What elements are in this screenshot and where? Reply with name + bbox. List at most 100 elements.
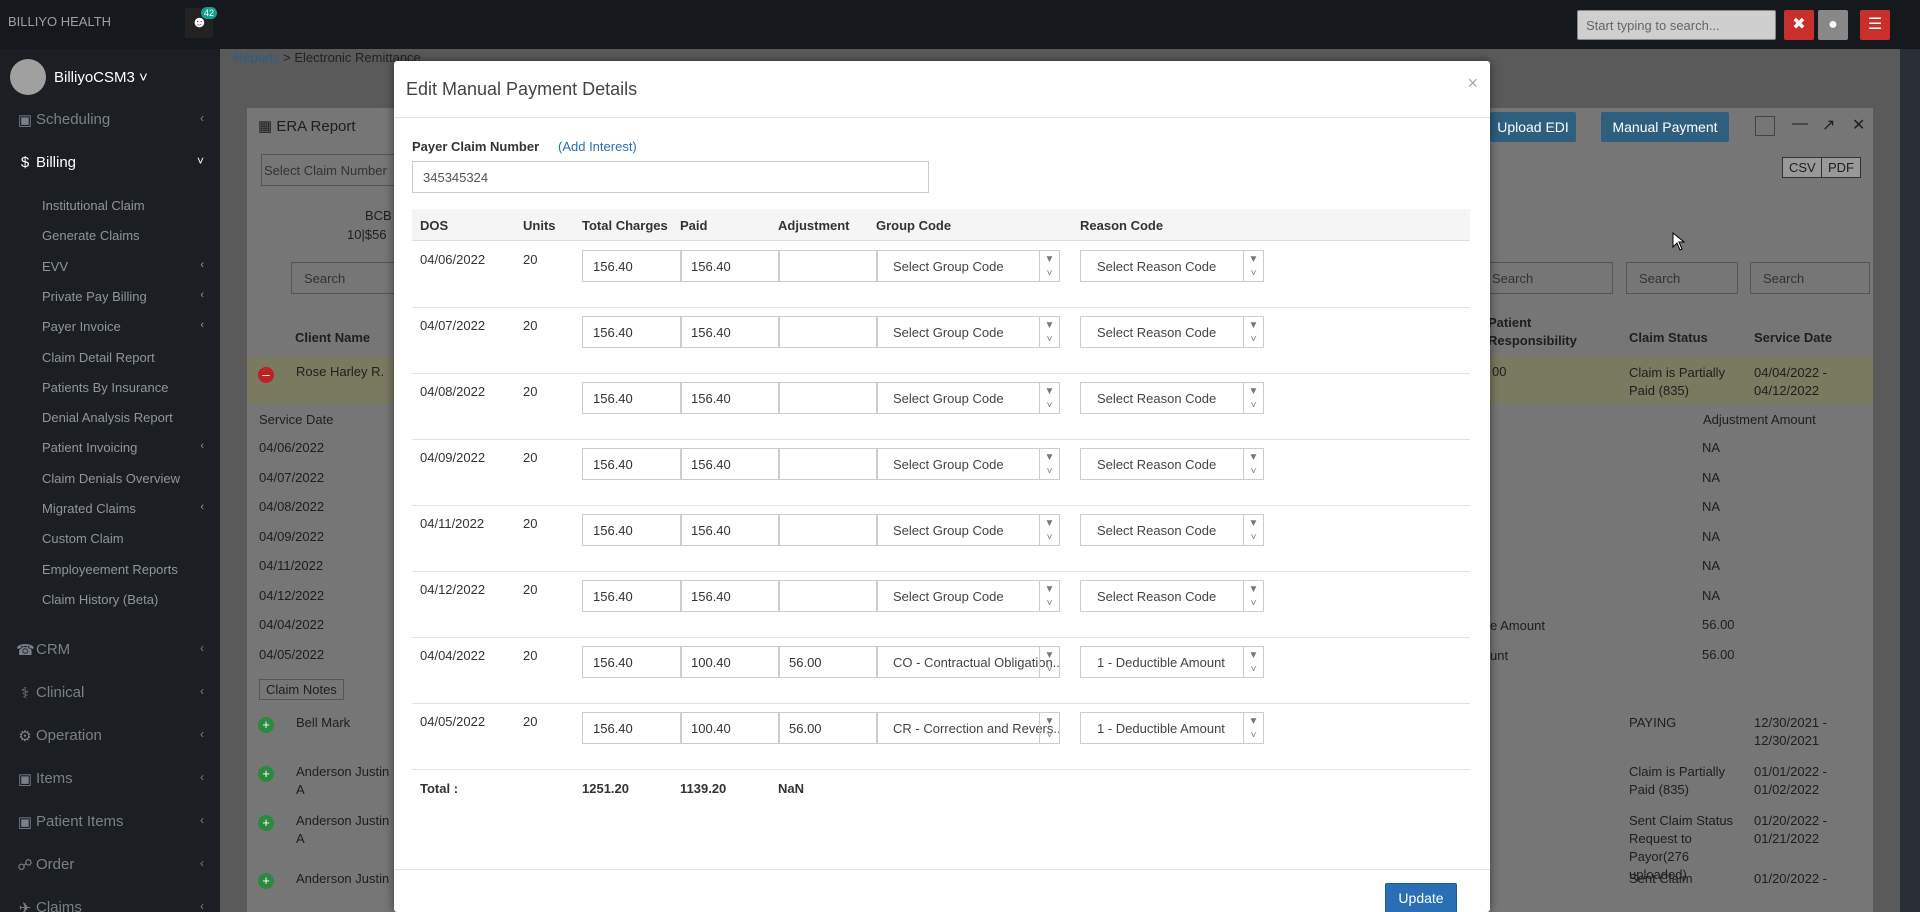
total-charges-input[interactable]: 156.40 bbox=[582, 712, 682, 744]
paid-input[interactable]: 156.40 bbox=[680, 250, 780, 282]
column-header-responsibility[interactable]: Patient Responsibility bbox=[1488, 314, 1577, 350]
upload-edi-button[interactable]: Upload EDI bbox=[1490, 112, 1576, 142]
total-charges-input[interactable]: 156.40 bbox=[582, 580, 682, 612]
expand-row-icon[interactable]: + bbox=[258, 873, 274, 889]
csv-button[interactable]: CSV bbox=[1782, 157, 1823, 178]
sidebar-item-billing[interactable]: $ Billing ˅ bbox=[0, 148, 220, 178]
paid-input[interactable]: 156.40 bbox=[680, 580, 780, 612]
column-header-status[interactable]: Claim Status bbox=[1629, 330, 1708, 345]
sidebar-item-order[interactable]: ☍ Order ‹ bbox=[0, 850, 220, 880]
sidebar-item-billing-2[interactable]: EVV ‹ bbox=[0, 254, 220, 280]
expand-row-icon[interactable]: + bbox=[258, 766, 274, 782]
sidebar-item-billing-5[interactable]: Claim Detail Report bbox=[0, 345, 220, 371]
total-charges-input[interactable]: 156.40 bbox=[582, 382, 682, 414]
sidebar-item-clinical[interactable]: ⚕ Clinical ‹ bbox=[0, 678, 220, 708]
adjustment-input[interactable] bbox=[778, 250, 878, 282]
total-charges-input[interactable]: 156.40 bbox=[582, 250, 682, 282]
pdf-button[interactable]: PDF bbox=[1821, 157, 1861, 178]
sidebar-item-billing-9[interactable]: Claim Denials Overview bbox=[0, 466, 220, 492]
sidebar-item-billing-4[interactable]: Payer Invoice ‹ bbox=[0, 314, 220, 340]
group-code-select[interactable]: Select Group Code ▼ ˅ bbox=[876, 514, 1060, 546]
paid-input[interactable]: 156.40 bbox=[680, 316, 780, 348]
adjustment-input[interactable]: 56.00 bbox=[778, 712, 878, 744]
sidebar-item-billing-6[interactable]: Patients By Insurance bbox=[0, 375, 220, 401]
column-header-service-date[interactable]: Service Date bbox=[1754, 330, 1832, 345]
breadcrumb-reports-link[interactable]: Reports bbox=[234, 50, 280, 65]
column-search-service-date[interactable]: Search bbox=[1750, 262, 1870, 294]
reason-code-select[interactable]: Select Reason Code ▼ ˅ bbox=[1080, 250, 1264, 282]
adjustment-input[interactable]: 56.00 bbox=[778, 646, 878, 678]
sidebar-item-items[interactable]: ▣ Items ‹ bbox=[0, 764, 220, 794]
adjustment-input[interactable] bbox=[778, 514, 878, 546]
profile-button[interactable]: ● bbox=[1818, 10, 1848, 40]
panel-checkbox[interactable] bbox=[1755, 116, 1775, 136]
column-search-status[interactable]: Search bbox=[1626, 262, 1738, 294]
global-search-input[interactable]: Start typing to search... bbox=[1577, 10, 1776, 40]
group-code-select[interactable]: Select Group Code ▼ ˅ bbox=[876, 316, 1060, 348]
sidebar-item-billing-3[interactable]: Private Pay Billing ‹ bbox=[0, 284, 220, 310]
group-code-select[interactable]: CR - Correction and Revers... ▼ ˅ bbox=[876, 712, 1060, 744]
adjustment-input[interactable] bbox=[778, 316, 878, 348]
group-code-select[interactable]: Select Group Code ▼ ˅ bbox=[876, 580, 1060, 612]
reason-code-select[interactable]: 1 - Deductible Amount ▼ ˅ bbox=[1080, 646, 1264, 678]
sidebar-item-crm[interactable]: ☎ CRM ‹ bbox=[0, 635, 220, 665]
reason-code-select[interactable]: Select Reason Code ▼ ˅ bbox=[1080, 514, 1264, 546]
reason-code-select[interactable]: Select Reason Code ▼ ˅ bbox=[1080, 580, 1264, 612]
expand-row-icon[interactable]: + bbox=[258, 717, 274, 733]
adjustment-input[interactable] bbox=[778, 448, 878, 480]
reason-code-select[interactable]: Select Reason Code ▼ ˅ bbox=[1080, 316, 1264, 348]
reason-code-select[interactable]: 1 - Deductible Amount ▼ ˅ bbox=[1080, 712, 1264, 744]
column-header-client[interactable]: Client Name bbox=[295, 330, 370, 345]
sidebar-item-patient-items[interactable]: ▣ Patient Items ‹ bbox=[0, 807, 220, 837]
sidebar-item-billing-8[interactable]: Patient Invoicing ‹ bbox=[0, 435, 220, 461]
column-search-responsibility[interactable]: Search bbox=[1485, 262, 1613, 294]
adjustment-input[interactable] bbox=[778, 382, 878, 414]
paid-input[interactable]: 156.40 bbox=[680, 514, 780, 546]
total-charges-input[interactable]: 156.40 bbox=[582, 316, 682, 348]
sidebar-item-scheduling[interactable]: ▣ Scheduling ‹ bbox=[0, 105, 220, 135]
fullscreen-button[interactable]: ✖ bbox=[1784, 10, 1814, 40]
sidebar-item-operation[interactable]: ⚙ Operation ‹ bbox=[0, 721, 220, 751]
manual-payment-button[interactable]: Manual Payment bbox=[1601, 112, 1729, 142]
chevron-down-icon: ▼ ˅ bbox=[1243, 713, 1263, 743]
reason-code-select[interactable]: Select Reason Code ▼ ˅ bbox=[1080, 448, 1264, 480]
brand-logo[interactable]: BILLIYO HEALTH bbox=[8, 14, 111, 29]
expand-icon[interactable]: ↗ bbox=[1822, 115, 1835, 135]
close-icon[interactable]: × bbox=[1467, 73, 1478, 94]
paid-input[interactable]: 156.40 bbox=[680, 448, 780, 480]
sidebar-item-billing-11[interactable]: Custom Claim bbox=[0, 526, 220, 552]
paid-input[interactable]: 100.40 bbox=[680, 712, 780, 744]
sidebar-item-billing-10[interactable]: Migrated Claims ‹ bbox=[0, 496, 220, 522]
minimize-icon[interactable]: — bbox=[1792, 115, 1808, 133]
sidebar-item-billing-12[interactable]: Employeement Reports bbox=[0, 557, 220, 583]
collapse-row-icon[interactable]: – bbox=[258, 367, 274, 383]
notification-button[interactable]: ☻ 42 bbox=[185, 7, 218, 38]
paid-input[interactable]: 156.40 bbox=[680, 382, 780, 414]
column-search-client[interactable]: Search bbox=[291, 262, 395, 294]
select-claim-dropdown[interactable]: Select Claim Number bbox=[261, 154, 401, 186]
sidebar-item-billing-0[interactable]: Institutional Claim bbox=[0, 193, 220, 219]
adjustment-input[interactable] bbox=[778, 580, 878, 612]
group-code-select[interactable]: Select Group Code ▼ ˅ bbox=[876, 382, 1060, 414]
close-icon[interactable]: ✕ bbox=[1852, 115, 1865, 135]
dollar-icon: $ bbox=[20, 154, 30, 171]
paid-input[interactable]: 100.40 bbox=[680, 646, 780, 678]
update-button[interactable]: Update bbox=[1385, 883, 1457, 912]
sidebar-item-billing-1[interactable]: Generate Claims bbox=[0, 223, 220, 249]
claim-notes-tab[interactable]: Claim Notes bbox=[259, 679, 344, 700]
total-charges-input[interactable]: 156.40 bbox=[582, 514, 682, 546]
add-interest-link[interactable]: (Add Interest) bbox=[558, 139, 637, 154]
sidebar-item-billing-13[interactable]: Claim History (Beta) bbox=[0, 587, 220, 613]
group-code-select[interactable]: Select Group Code ▼ ˅ bbox=[876, 250, 1060, 282]
sidebar-item-claims[interactable]: ✈ Claims ‹ bbox=[0, 893, 220, 912]
group-code-select[interactable]: Select Group Code ▼ ˅ bbox=[876, 448, 1060, 480]
total-charges-input[interactable]: 156.40 bbox=[582, 448, 682, 480]
payer-claim-number-input[interactable]: 345345324 bbox=[412, 161, 929, 193]
total-charges-input[interactable]: 156.40 bbox=[582, 646, 682, 678]
reason-code-select[interactable]: Select Reason Code ▼ ˅ bbox=[1080, 382, 1264, 414]
menu-button[interactable]: ☰ bbox=[1860, 10, 1890, 40]
sidebar-item-billing-7[interactable]: Denial Analysis Report bbox=[0, 405, 220, 431]
expand-row-icon[interactable]: + bbox=[258, 815, 274, 831]
units-cell: 20 bbox=[523, 714, 538, 729]
group-code-select[interactable]: CO - Contractual Obligation... ▼ ˅ bbox=[876, 646, 1060, 678]
